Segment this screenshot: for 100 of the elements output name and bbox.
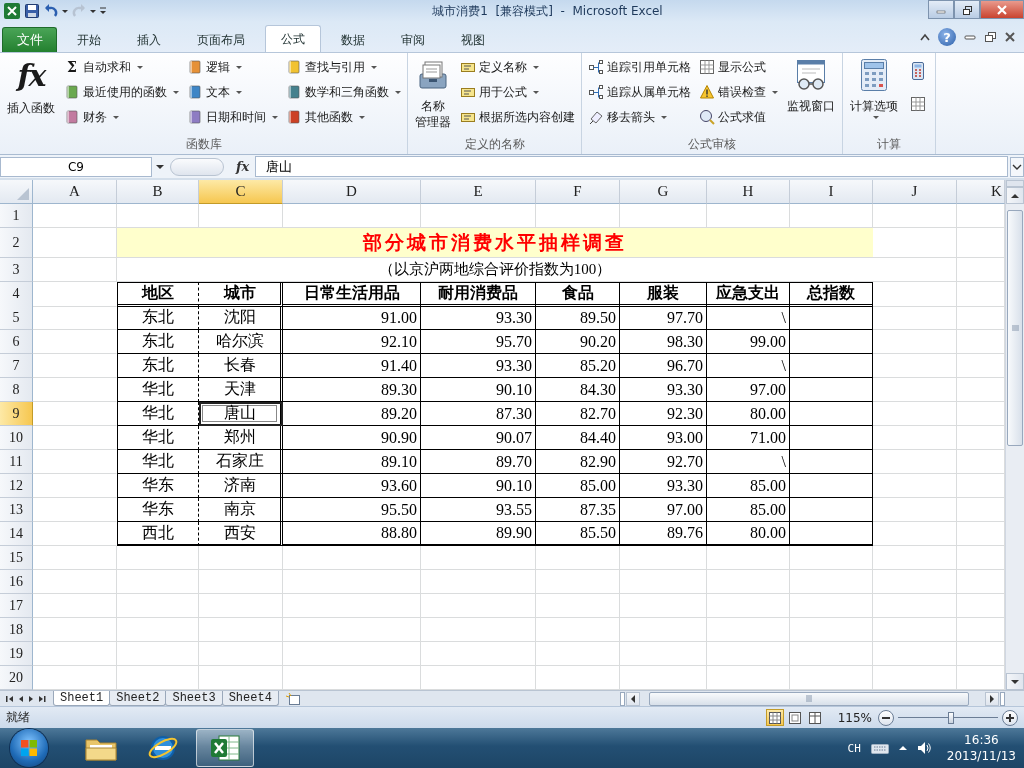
table-cell[interactable]: 90.20 (536, 330, 620, 354)
table-cell[interactable]: 93.30 (620, 378, 707, 402)
close-icon[interactable] (1004, 31, 1016, 43)
table-cell[interactable] (790, 522, 873, 546)
table-cell[interactable]: 71.00 (707, 426, 790, 450)
table-cell[interactable]: 80.00 (707, 522, 790, 546)
table-cell[interactable] (790, 498, 873, 522)
column-heading[interactable]: 食品 (536, 282, 620, 307)
minimize-icon[interactable] (964, 32, 976, 42)
insert-function-button[interactable]: fx (232, 159, 256, 174)
column-header[interactable]: G (620, 180, 707, 204)
scroll-down-button[interactable] (1006, 673, 1024, 690)
start-button[interactable] (10, 729, 48, 767)
table-cell[interactable]: 84.40 (536, 426, 620, 450)
table-cell[interactable]: 93.30 (421, 354, 536, 378)
ribbon-button[interactable]: 名称 管理器 (412, 56, 454, 132)
split-handle[interactable] (620, 691, 625, 706)
table-cell[interactable]: \ (707, 450, 790, 474)
column-heading[interactable]: 地区 (117, 282, 199, 307)
ribbon-button[interactable]: 追踪从属单元格 (586, 81, 693, 103)
sheet-tab[interactable]: Sheet1 (53, 691, 111, 706)
ribbon-button[interactable]: 定义名称 (458, 56, 577, 78)
split-handle[interactable] (1006, 180, 1024, 187)
table-cell[interactable]: 93.30 (421, 306, 536, 330)
table-cell[interactable]: 90.90 (283, 426, 421, 450)
caret-icon[interactable] (90, 9, 96, 13)
new-sheet-icon[interactable] (284, 691, 303, 706)
sheet-tab[interactable]: Sheet4 (221, 691, 279, 706)
name-box[interactable]: C9 (0, 156, 152, 177)
row-header[interactable]: 3 (0, 258, 33, 282)
table-cell[interactable] (790, 426, 873, 450)
table-cell[interactable]: 97.70 (620, 306, 707, 330)
undo-icon[interactable] (43, 3, 59, 19)
row-header[interactable]: 8 (0, 378, 33, 402)
table-cell[interactable]: 85.50 (536, 522, 620, 546)
table-cell[interactable]: 济南 (199, 474, 283, 498)
table-cell[interactable] (790, 474, 873, 498)
column-heading[interactable]: 应急支出 (707, 282, 790, 307)
table-cell[interactable]: 89.76 (620, 522, 707, 546)
ribbon-button[interactable]: 移去箭头 (586, 106, 693, 128)
next-sheet-icon[interactable] (28, 694, 34, 703)
table-cell[interactable]: 90.10 (421, 474, 536, 498)
scroll-thumb[interactable] (649, 691, 969, 706)
expand-icon[interactable] (1010, 156, 1024, 177)
table-cell[interactable]: 87.35 (536, 498, 620, 522)
table-cell[interactable]: 90.10 (421, 378, 536, 402)
column-heading[interactable]: 耐用消费品 (421, 282, 536, 307)
previous-sheet-icon[interactable] (18, 694, 24, 703)
table-cell[interactable]: 89.20 (283, 402, 421, 426)
column-heading[interactable]: 总指数 (790, 282, 873, 307)
table-cell[interactable]: 85.20 (536, 354, 620, 378)
sheet-tab[interactable]: Sheet2 (109, 691, 167, 706)
scroll-right-button[interactable] (985, 691, 999, 706)
sheet-tab[interactable]: Sheet3 (165, 691, 223, 706)
table-cell[interactable]: 95.70 (421, 330, 536, 354)
table-cell[interactable] (790, 378, 873, 402)
taskbar-app[interactable] (196, 729, 254, 767)
ribbon-button[interactable]: Σ 自动求和 (62, 56, 181, 78)
column-header[interactable]: D (283, 180, 421, 204)
table-cell[interactable]: 华北 (117, 378, 199, 402)
up-arrow-icon[interactable] (898, 745, 907, 751)
ribbon-button[interactable]: 最近使用的函数 (62, 81, 181, 103)
column-header[interactable]: I (790, 180, 873, 204)
sheet-subtitle[interactable]: （以京沪两地综合评价指数为100） (117, 258, 873, 282)
column-header[interactable]: E (421, 180, 536, 204)
ribbon-tab[interactable]: 视图 (445, 27, 501, 52)
sheet-title[interactable]: 部分城市消费水平抽样调查 (117, 228, 873, 258)
ribbon-button[interactable]: 监视窗口 (784, 56, 838, 116)
table-cell[interactable]: 华东 (117, 474, 199, 498)
table-cell[interactable] (790, 330, 873, 354)
table-cell[interactable]: 哈尔滨 (199, 330, 283, 354)
row-header[interactable]: 12 (0, 474, 33, 498)
ribbon-button[interactable]: 追踪引用单元格 (586, 56, 693, 78)
ribbon-button[interactable]: fx 插入函数 (4, 56, 58, 118)
row-header[interactable]: 10 (0, 426, 33, 450)
ribbon-button[interactable]: 用于公式 (458, 81, 577, 103)
ribbon-tab[interactable]: 数据 (325, 27, 381, 52)
collapse-icon[interactable] (920, 33, 930, 41)
last-sheet-icon[interactable] (38, 694, 46, 703)
table-cell[interactable]: 87.30 (421, 402, 536, 426)
table-cell[interactable] (790, 306, 873, 330)
column-heading[interactable]: 日常生活用品 (283, 282, 421, 307)
table-cell[interactable]: 85.00 (536, 474, 620, 498)
column-heading[interactable]: 城市 (199, 282, 283, 307)
table-cell[interactable]: 东北 (117, 306, 199, 330)
row-header[interactable]: 13 (0, 498, 33, 522)
table-cell[interactable]: 西安 (199, 522, 283, 546)
file-tab[interactable]: 文件 (2, 27, 57, 52)
close-button[interactable] (980, 0, 1024, 19)
ribbon-tab[interactable]: 插入 (121, 27, 177, 52)
first-sheet-icon[interactable] (6, 694, 14, 703)
ribbon-button[interactable]: 错误检查 (697, 81, 780, 103)
row-header[interactable]: 1 (0, 204, 33, 228)
table-cell[interactable]: 93.30 (620, 474, 707, 498)
table-cell[interactable]: 华东 (117, 498, 199, 522)
ribbon-button[interactable]: 其他函数 (284, 106, 403, 128)
table-cell[interactable]: 89.30 (283, 378, 421, 402)
row-header[interactable]: 20 (0, 666, 33, 690)
row-header[interactable]: 6 (0, 330, 33, 354)
row-header[interactable]: 18 (0, 618, 33, 642)
